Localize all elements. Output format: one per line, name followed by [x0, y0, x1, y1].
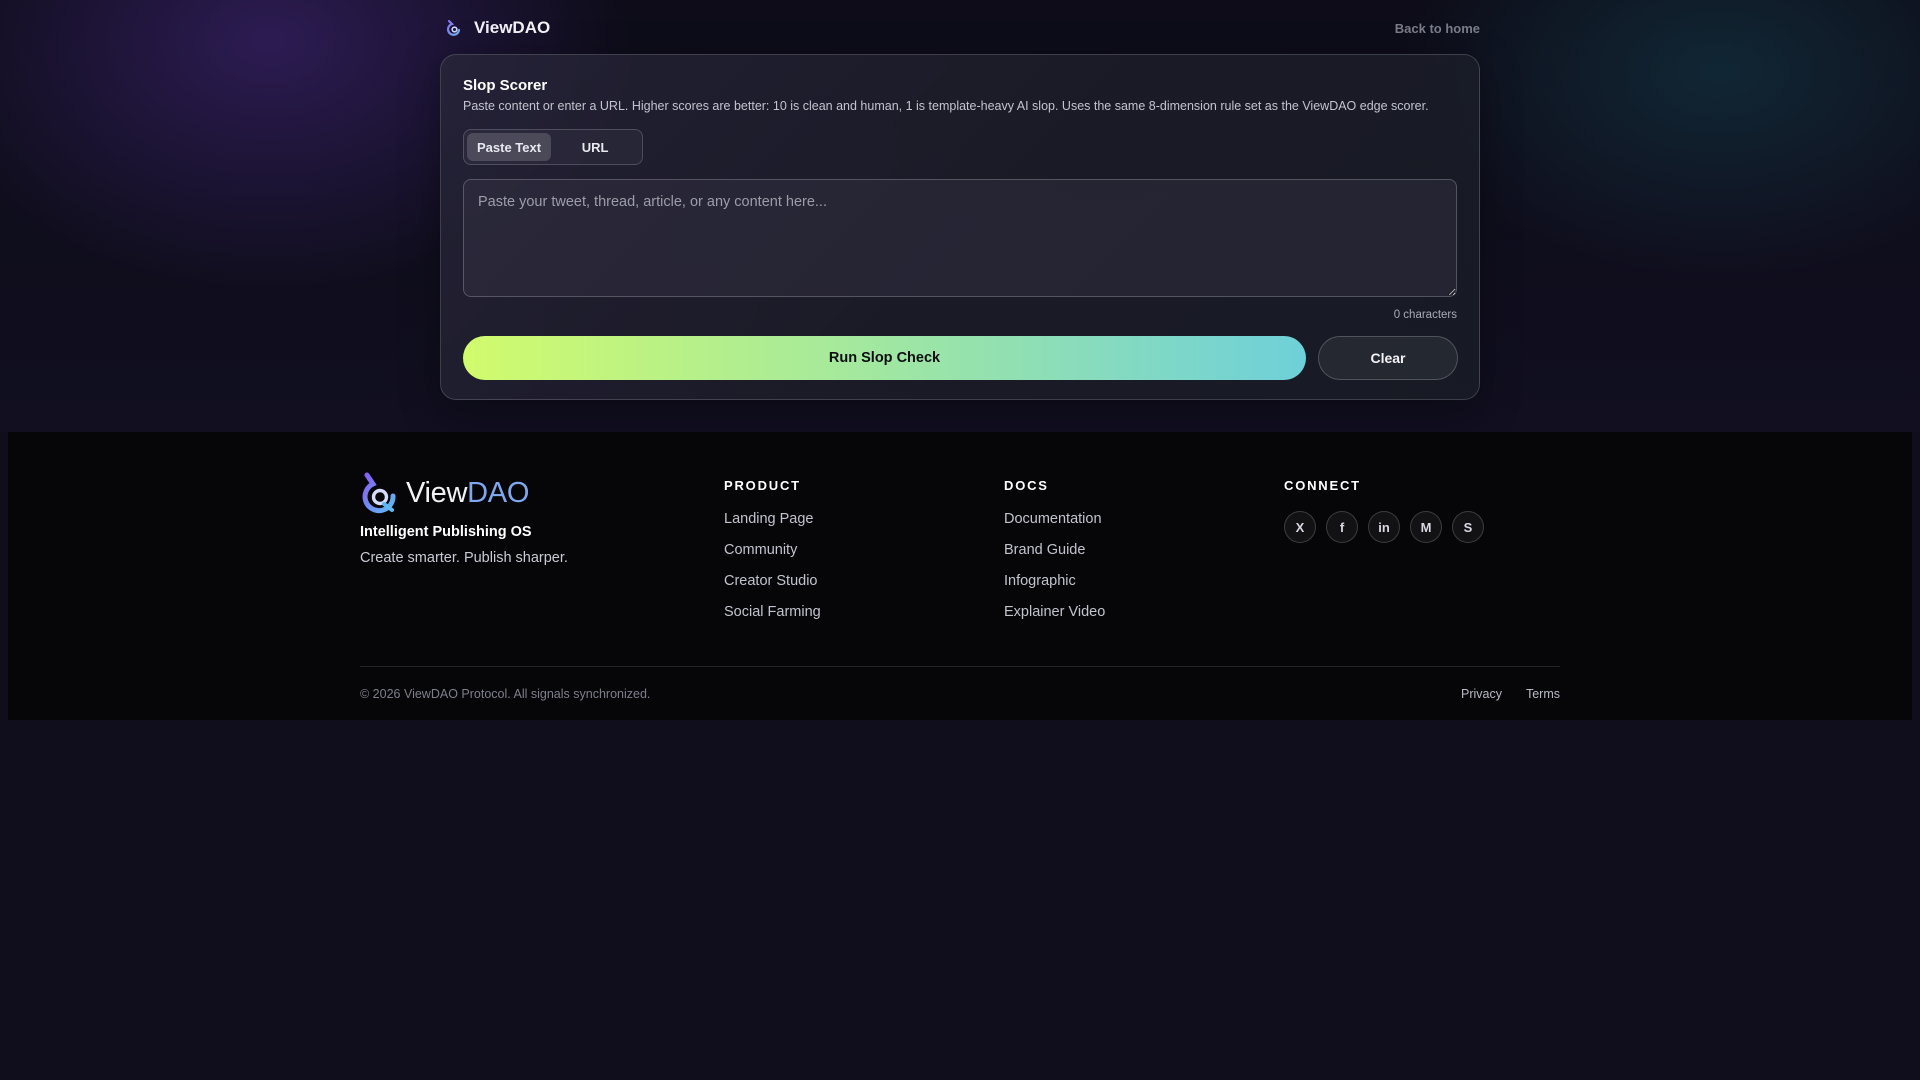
- column-heading: PRODUCT: [724, 478, 801, 493]
- footer-link-explainer-video[interactable]: Explainer Video: [1004, 604, 1105, 635]
- legal-links: Privacy Terms: [1461, 687, 1560, 701]
- footer-column-connect: CONNECT X f in M S: [1284, 472, 1484, 543]
- footer-link-brand-guide[interactable]: Brand Guide: [1004, 542, 1105, 573]
- clear-button[interactable]: Clear: [1318, 336, 1458, 380]
- footer-divider: [360, 666, 1560, 667]
- substack-icon[interactable]: S: [1452, 511, 1484, 543]
- linkedin-icon[interactable]: in: [1368, 511, 1400, 543]
- facebook-icon[interactable]: f: [1326, 511, 1358, 543]
- column-heading: DOCS: [1004, 478, 1049, 493]
- card-title: Slop Scorer: [463, 77, 548, 94]
- logo-text-view: View: [406, 476, 468, 509]
- link-text[interactable]: Brand Guide: [1004, 542, 1085, 558]
- link-text[interactable]: Documentation: [1004, 511, 1102, 527]
- privacy-link[interactable]: Privacy: [1461, 687, 1502, 701]
- link-text[interactable]: Explainer Video: [1004, 604, 1105, 620]
- site-footer: ViewDAO Intelligent Publishing OS Create…: [8, 432, 1912, 720]
- brand-name: ViewDAO: [474, 18, 551, 37]
- footer-subline: Create smarter. Publish sharper.: [360, 550, 568, 566]
- tab-paste-text[interactable]: Paste Text: [467, 133, 552, 161]
- character-count: 0 characters: [1393, 309, 1457, 321]
- footer-logo-text: ViewDAO: [406, 477, 529, 510]
- input-mode-toggle: Paste Text URL: [463, 129, 643, 165]
- top-bar: ViewDAO Back to home: [446, 16, 1480, 40]
- copyright: © 2026 ViewDAO Protocol. All signals syn…: [360, 687, 651, 701]
- footer-link-community[interactable]: Community: [724, 542, 821, 573]
- content-input[interactable]: [463, 179, 1457, 297]
- footer-column-product: PRODUCT Landing Page Community Creator S…: [724, 472, 821, 635]
- medium-icon[interactable]: M: [1410, 511, 1442, 543]
- column-heading: CONNECT: [1284, 478, 1361, 493]
- logo-text-dao: DAO: [467, 476, 530, 509]
- footer-link-infographic[interactable]: Infographic: [1004, 573, 1105, 604]
- footer-link-social-farming[interactable]: Social Farming: [724, 604, 821, 635]
- back-to-home-link[interactable]: Back to home: [1395, 21, 1480, 36]
- link-text[interactable]: Creator Studio: [724, 573, 818, 589]
- viewdao-logo-icon: [362, 472, 396, 514]
- footer-tagline: Intelligent Publishing OS: [360, 524, 532, 540]
- link-text[interactable]: Landing Page: [724, 511, 814, 527]
- viewdao-logo-icon: [446, 20, 461, 36]
- terms-link[interactable]: Terms: [1526, 687, 1560, 701]
- x-icon[interactable]: X: [1284, 511, 1316, 543]
- footer-column-docs: DOCS Documentation Brand Guide Infograph…: [1004, 472, 1105, 635]
- social-links: X f in M S: [1284, 511, 1484, 543]
- link-text[interactable]: Community: [724, 542, 797, 558]
- card-description: Paste content or enter a URL. Higher sco…: [463, 99, 1429, 113]
- brand[interactable]: ViewDAO: [446, 18, 550, 38]
- tab-url[interactable]: URL: [553, 133, 637, 161]
- footer-brand: ViewDAO Intelligent Publishing OS Create…: [360, 472, 568, 566]
- footer-link-creator-studio[interactable]: Creator Studio: [724, 573, 821, 604]
- slop-scorer-card: Slop Scorer Paste content or enter a URL…: [440, 54, 1480, 400]
- footer-link-landing-page[interactable]: Landing Page: [724, 511, 821, 542]
- link-text[interactable]: Infographic: [1004, 573, 1076, 589]
- footer-logo[interactable]: ViewDAO: [360, 472, 568, 514]
- link-text[interactable]: Social Farming: [724, 604, 821, 620]
- run-slop-check-button[interactable]: Run Slop Check: [463, 336, 1306, 380]
- footer-link-documentation[interactable]: Documentation: [1004, 511, 1105, 542]
